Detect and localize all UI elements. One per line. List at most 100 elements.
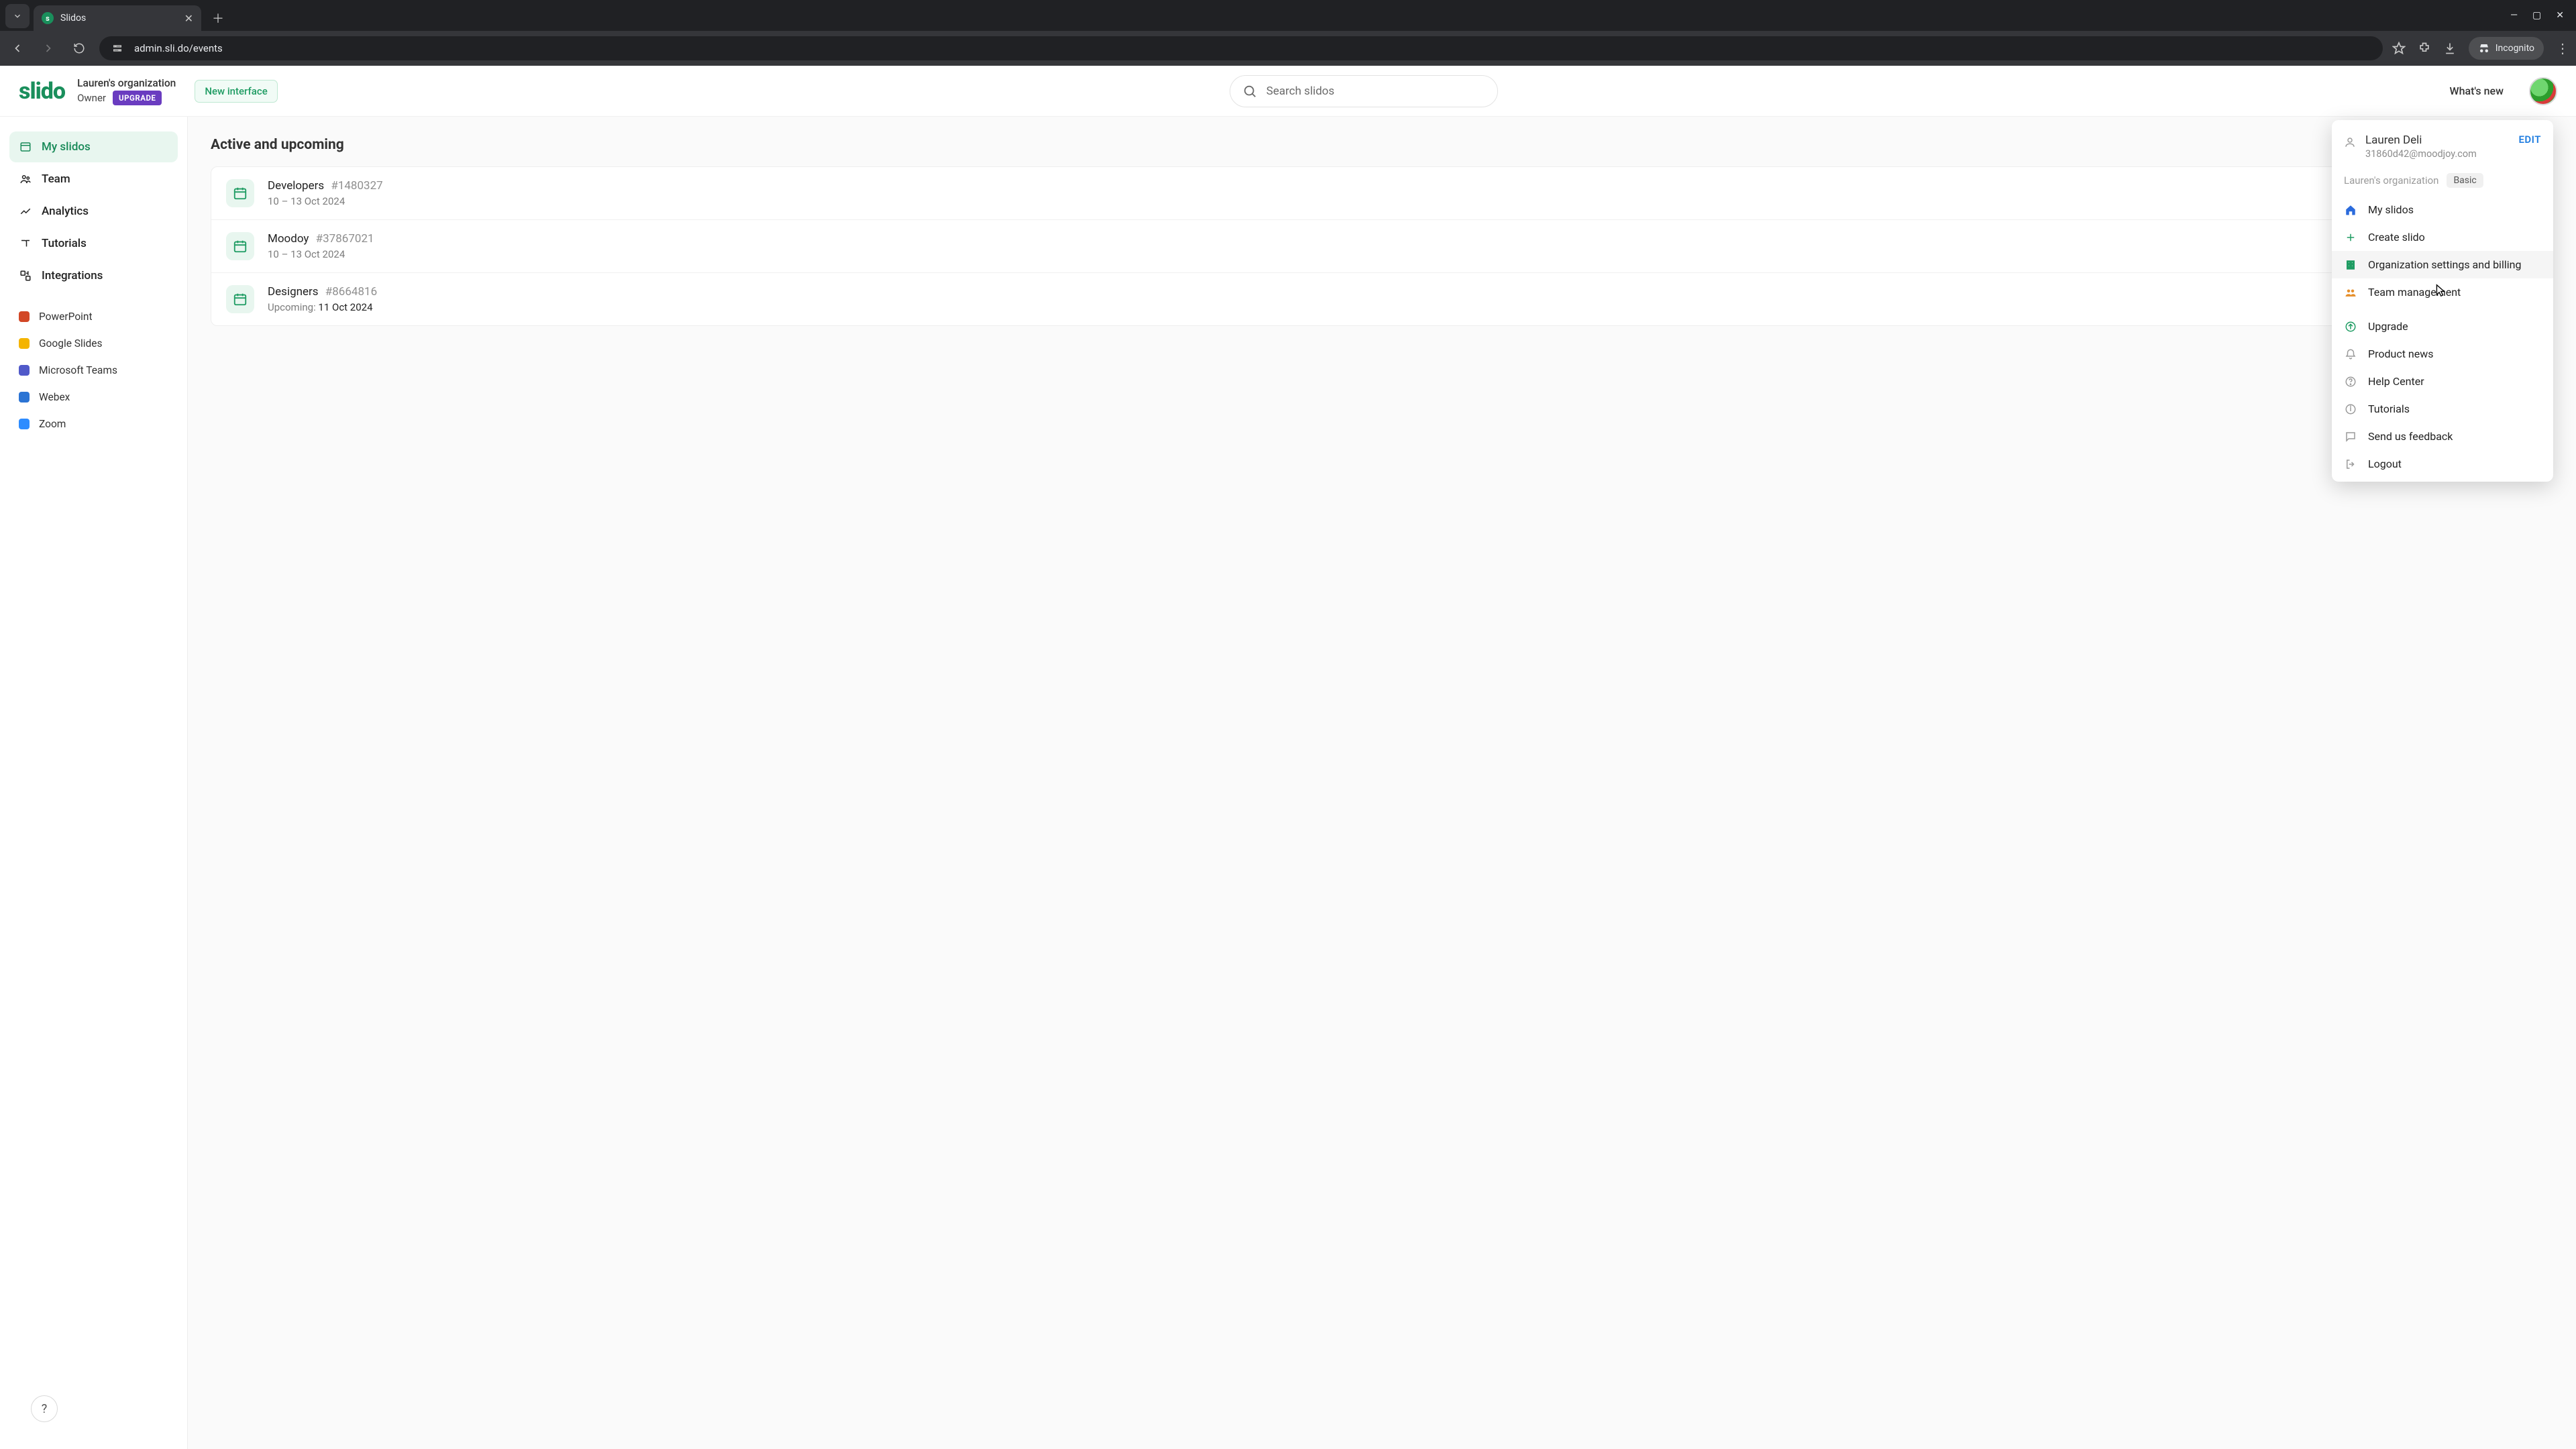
- menu-item-icon: [2344, 403, 2357, 415]
- back-button[interactable]: [7, 38, 28, 59]
- menu-item-label: Upgrade: [2368, 320, 2408, 333]
- menu-item-icon: [2344, 204, 2357, 216]
- sidebar-item-label: Analytics: [42, 205, 89, 218]
- user-menu-organization-settings-and-billing[interactable]: Organization settings and billing: [2332, 251, 2553, 278]
- event-code: #37867021: [316, 232, 374, 246]
- sidebar-item-label: My slidos: [42, 140, 91, 154]
- event-row[interactable]: Developers #148032710 – 13 Oct 2024: [211, 167, 2553, 220]
- sidebar-item-label: Team: [42, 172, 70, 186]
- slidos-icon: [19, 140, 32, 154]
- extensions-button[interactable]: [2418, 42, 2431, 55]
- bookmark-button[interactable]: [2392, 42, 2406, 55]
- menu-item-icon: [2344, 458, 2357, 470]
- user-icon: [2344, 136, 2356, 148]
- integration-label: Webex: [39, 391, 70, 403]
- integrations-icon: [19, 269, 32, 282]
- event-list: Developers #148032710 – 13 Oct 2024Moodo…: [211, 166, 2553, 326]
- tab-favicon: s: [42, 12, 54, 24]
- search-placeholder: Search slidos: [1267, 85, 1335, 98]
- app-header: slido Lauren's organization Owner UPGRAD…: [0, 66, 2576, 117]
- avatar-button[interactable]: [2529, 77, 2557, 105]
- whats-new-link[interactable]: What's new: [2449, 85, 2504, 97]
- user-menu-upgrade[interactable]: Upgrade: [2332, 313, 2553, 340]
- menu-item-label: Logout: [2368, 458, 2402, 470]
- sidebar-item-integrations[interactable]: Integrations: [9, 260, 178, 291]
- menu-item-icon: [2344, 259, 2357, 271]
- event-date: 10 – 13 Oct 2024: [268, 195, 383, 207]
- sidebar-item-team[interactable]: Team: [9, 164, 178, 195]
- event-row[interactable]: Moodoy #3786702110 – 13 Oct 2024: [211, 220, 2553, 273]
- user-name: Lauren Deli: [2365, 133, 2509, 147]
- browser-tab-strip: s Slidos ✕ ＋ — ▢ ✕: [0, 0, 2576, 31]
- new-interface-pill[interactable]: New interface: [195, 80, 277, 103]
- browser-menu-button[interactable]: ⋮: [2556, 40, 2569, 56]
- user-email: 31860d42@moodjoy.com: [2365, 148, 2509, 160]
- team-icon: [19, 172, 32, 186]
- incognito-indicator[interactable]: Incognito: [2469, 37, 2544, 60]
- user-menu-create-slido[interactable]: Create slido: [2332, 223, 2553, 251]
- new-tab-button[interactable]: ＋: [208, 8, 228, 28]
- sidebar-item-label: Integrations: [42, 269, 103, 282]
- sidebar-integration-zoom[interactable]: Zoom: [9, 411, 178, 437]
- tutorials-icon: [19, 237, 32, 250]
- app-logo[interactable]: slido: [19, 78, 65, 105]
- user-menu-send-us-feedback[interactable]: Send us feedback: [2332, 423, 2553, 450]
- menu-item-label: Organization settings and billing: [2368, 258, 2521, 271]
- section-title: Active and upcoming: [211, 137, 2553, 153]
- tab-search-button[interactable]: [5, 4, 30, 28]
- menu-item-label: Product news: [2368, 347, 2434, 360]
- user-menu-product-news[interactable]: Product news: [2332, 340, 2553, 368]
- site-info-button[interactable]: [109, 40, 126, 57]
- edit-profile-link[interactable]: EDIT: [2518, 133, 2541, 146]
- sidebar-item-tutorials[interactable]: Tutorials: [9, 228, 178, 259]
- event-title: Designers: [268, 285, 319, 299]
- menu-item-label: Help Center: [2368, 375, 2424, 388]
- user-menu-my-slidos[interactable]: My slidos: [2332, 196, 2553, 223]
- menu-item-icon: [2344, 286, 2357, 299]
- window-maximize-button[interactable]: ▢: [2532, 10, 2541, 21]
- main-content: Active and upcoming Developers #14803271…: [188, 117, 2576, 1449]
- search-input[interactable]: Search slidos: [1230, 75, 1498, 107]
- calendar-icon: [226, 179, 254, 207]
- event-title: Moodoy: [268, 232, 309, 246]
- event-row[interactable]: Designers #8664816Upcoming: 11 Oct 2024: [211, 273, 2553, 325]
- calendar-icon: [226, 285, 254, 313]
- sidebar-item-my-slidos[interactable]: My slidos: [9, 131, 178, 162]
- calendar-icon: [226, 232, 254, 260]
- menu-item-label: Tutorials: [2368, 402, 2410, 415]
- downloads-button[interactable]: [2443, 42, 2457, 55]
- browser-toolbar: admin.sli.do/events Incognito ⋮: [0, 31, 2576, 66]
- sidebar-integration-powerpoint[interactable]: PowerPoint: [9, 303, 178, 330]
- menu-org-name: Lauren's organization: [2344, 174, 2438, 186]
- sidebar-integration-microsoft-teams[interactable]: Microsoft Teams: [9, 357, 178, 384]
- incognito-label: Incognito: [2496, 43, 2534, 54]
- user-menu-help-center[interactable]: Help Center: [2332, 368, 2553, 395]
- user-menu-team-management[interactable]: Team management: [2332, 278, 2553, 306]
- tab-close-button[interactable]: ✕: [184, 12, 193, 25]
- integration-label: Zoom: [39, 418, 66, 430]
- reload-button[interactable]: [68, 38, 90, 59]
- event-date: Upcoming: 11 Oct 2024: [268, 301, 377, 313]
- tab-title: Slidos: [60, 13, 86, 23]
- sidebar-integration-webex[interactable]: Webex: [9, 384, 178, 411]
- event-code: #1480327: [331, 179, 382, 193]
- menu-item-icon: [2344, 348, 2357, 360]
- forward-button[interactable]: [38, 38, 59, 59]
- menu-item-label: Create slido: [2368, 231, 2425, 244]
- menu-item-icon: [2344, 321, 2357, 333]
- user-menu-tutorials[interactable]: Tutorials: [2332, 395, 2553, 423]
- browser-tab[interactable]: s Slidos ✕: [34, 5, 201, 31]
- upgrade-badge[interactable]: UPGRADE: [113, 91, 162, 105]
- integration-icon: [19, 311, 30, 322]
- sidebar-integration-google-slides[interactable]: Google Slides: [9, 330, 178, 357]
- sidebar-item-analytics[interactable]: Analytics: [9, 196, 178, 227]
- sidebar-item-label: Tutorials: [42, 237, 87, 250]
- org-switcher[interactable]: Lauren's organization Owner UPGRADE: [77, 77, 176, 105]
- search-icon: [1242, 84, 1257, 99]
- window-close-button[interactable]: ✕: [2556, 10, 2564, 21]
- address-bar[interactable]: admin.sli.do/events: [99, 36, 2383, 60]
- window-minimize-button[interactable]: —: [2510, 10, 2518, 21]
- user-menu-logout[interactable]: Logout: [2332, 450, 2553, 478]
- help-button[interactable]: ?: [31, 1395, 58, 1422]
- org-name: Lauren's organization: [77, 77, 176, 89]
